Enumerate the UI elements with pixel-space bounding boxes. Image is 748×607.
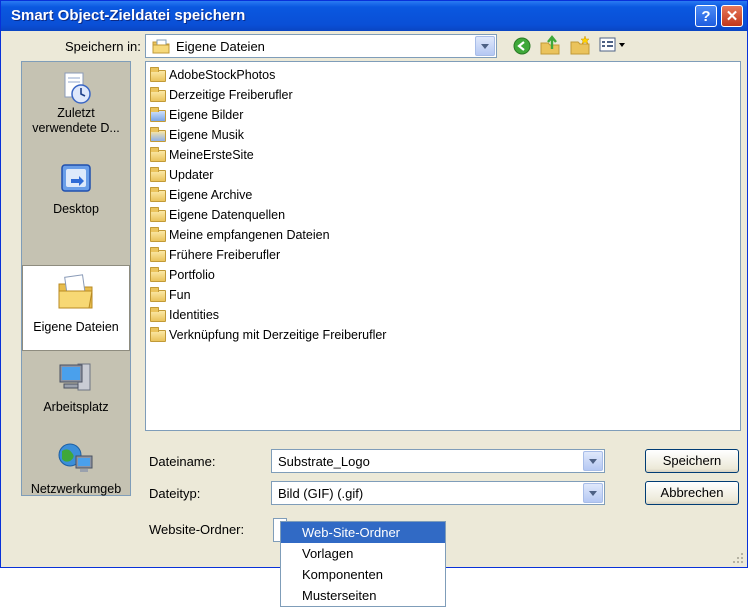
save-in-value: Eigene Dateien <box>176 39 265 54</box>
list-item[interactable]: Updater <box>150 166 213 184</box>
list-item[interactable]: AdobeStockPhotos <box>150 66 275 84</box>
list-item[interactable]: Portfolio <box>150 266 215 284</box>
folder-icon <box>150 226 166 242</box>
sidebar-item-label: Desktop <box>53 202 99 216</box>
sidebar-item-label: Arbeitsplatz <box>43 400 109 414</box>
filename-combo[interactable]: Substrate_Logo <box>271 449 605 473</box>
folder-icon <box>150 146 166 162</box>
sidebar-item-label: Eigene Dateien <box>33 320 119 334</box>
network-icon <box>58 443 93 472</box>
folder-icon <box>150 286 166 302</box>
menu-item-komponenten[interactable]: Komponenten <box>281 564 445 585</box>
resize-grip-icon[interactable] <box>731 551 745 565</box>
sidebar-item-label: Netzwerkumgeb <box>30 482 122 496</box>
recent-documents-icon <box>64 72 91 104</box>
folder-icon <box>150 186 166 202</box>
save-button[interactable]: Speichern <box>645 449 739 473</box>
list-item[interactable]: Identities <box>150 306 219 324</box>
list-item[interactable]: Eigene Archive <box>150 186 252 204</box>
list-item[interactable]: Meine empfangenen Dateien <box>150 226 330 244</box>
up-folder-icon[interactable] <box>539 35 561 55</box>
filetype-label: Dateityp: <box>149 486 201 501</box>
file-list[interactable]: AdobeStockPhotos Derzeitige Freiberufler… <box>145 61 741 431</box>
sidebar-item-my-documents[interactable]: Eigene Dateien <box>22 265 130 351</box>
my-documents-folder-icon <box>152 39 170 54</box>
filename-dropdown-button[interactable] <box>583 451 603 471</box>
save-in-combo[interactable]: Eigene Dateien <box>145 34 497 58</box>
filename-value: Substrate_Logo <box>278 454 370 469</box>
list-item[interactable]: Eigene Bilder <box>150 106 243 124</box>
website-folder-label: Website-Ordner: <box>149 522 245 537</box>
list-item[interactable]: Verknüpfung mit Derzeitige Freiberufler <box>150 326 386 344</box>
menu-item-musterseiten[interactable]: Musterseiten <box>281 585 445 606</box>
folder-icon <box>150 166 166 182</box>
cancel-button[interactable]: Abbrechen <box>645 481 739 505</box>
sidebar-item-network[interactable]: Netzwerkumgeb <box>22 442 130 496</box>
filetype-select[interactable]: Bild (GIF) (.gif) <box>271 481 605 505</box>
my-computer-icon <box>59 363 91 391</box>
list-item[interactable]: Eigene Musik <box>150 126 244 144</box>
my-documents-icon <box>58 274 93 309</box>
sidebar-item-my-computer[interactable]: Arbeitsplatz <box>22 360 130 414</box>
view-menu-icon[interactable] <box>599 37 627 53</box>
filename-label: Dateiname: <box>149 454 216 469</box>
list-item[interactable]: Frühere Freiberufler <box>150 246 280 264</box>
save-dialog: Smart Object-Zieldatei speichern ? ✕ Spe… <box>0 0 748 568</box>
filetype-value: Bild (GIF) (.gif) <box>278 486 364 501</box>
menu-item-web-site-ordner[interactable]: Web-Site-Ordner <box>281 522 445 543</box>
folder-icon <box>150 206 166 222</box>
back-icon[interactable] <box>513 37 531 55</box>
website-folder-dropdown-menu: Web-Site-Ordner Vorlagen Komponenten Mus… <box>280 521 446 607</box>
menu-item-vorlagen[interactable]: Vorlagen <box>281 543 445 564</box>
list-item[interactable]: Eigene Datenquellen <box>150 206 285 224</box>
sidebar-item-label: Zuletzt verwendete D... <box>32 106 120 135</box>
shortcut-icon <box>150 326 166 342</box>
help-button[interactable]: ? <box>695 5 717 27</box>
save-in-dropdown-button[interactable] <box>475 36 495 56</box>
title-bar[interactable]: Smart Object-Zieldatei speichern ? ✕ <box>1 1 747 31</box>
desktop-icon <box>61 164 91 192</box>
folder-icon <box>150 306 166 322</box>
new-folder-icon[interactable] <box>569 35 591 55</box>
pictures-folder-icon <box>150 106 166 122</box>
folder-icon <box>150 66 166 82</box>
folder-icon <box>150 246 166 262</box>
list-item[interactable]: Fun <box>150 286 191 304</box>
folder-icon <box>150 86 166 102</box>
list-item[interactable]: MeineErsteSite <box>150 146 254 164</box>
sidebar-item-desktop[interactable]: Desktop <box>22 162 130 216</box>
close-button[interactable]: ✕ <box>721 5 743 27</box>
filetype-dropdown-button[interactable] <box>583 483 603 503</box>
folder-icon <box>150 266 166 282</box>
music-folder-icon <box>150 126 166 142</box>
save-in-label: Speichern in: <box>65 39 141 54</box>
list-item[interactable]: Derzeitige Freiberufler <box>150 86 293 104</box>
window-title: Smart Object-Zieldatei speichern <box>11 7 246 24</box>
sidebar-item-recent[interactable]: Zuletzt verwendete D... <box>22 70 130 136</box>
places-bar: Zuletzt verwendete D... Desktop Eigene D… <box>21 61 131 496</box>
